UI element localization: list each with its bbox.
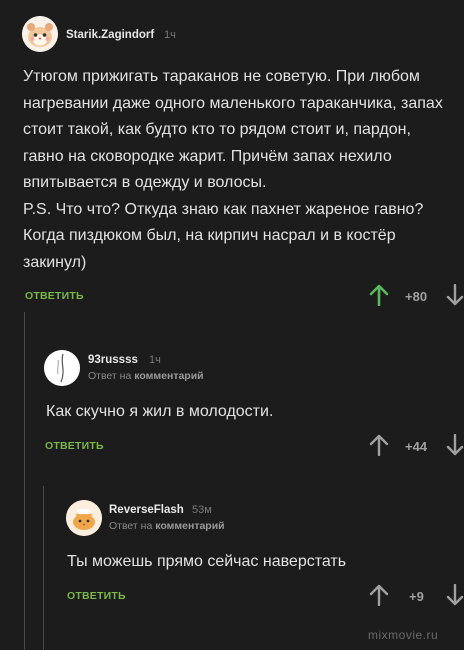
avatar-starik-zagindorf[interactable] [22,16,58,52]
downvote-button[interactable] [446,284,464,306]
reply-button[interactable]: ОТВЕТИТЬ [45,440,104,452]
comment-rating: +9 [409,589,424,604]
reply-to-info: Ответ на комментарий [88,370,204,382]
reply-to-prefix: Ответ на [88,370,132,382]
reply-to-link[interactable]: комментарий [134,370,203,382]
reply-button[interactable]: ОТВЕТИТЬ [25,290,84,302]
arrow-down-icon [446,284,464,306]
arrow-down-icon [446,434,464,456]
comment-rating: +80 [405,289,428,304]
comment-author[interactable]: 93russss [88,354,138,366]
comment-time: 53м [192,504,212,516]
comment-body: Утюгом прижигать тараканов не советую. П… [23,68,443,271]
hamster-avatar-icon [22,16,58,52]
avatar-93russss[interactable] [44,350,80,386]
upvote-button[interactable] [369,284,389,306]
reply-to-link[interactable]: комментарий [155,520,224,532]
comment-author[interactable]: Starik.Zagindorf [66,29,154,41]
watermark: mixmovie.ru [368,628,439,642]
arrow-up-icon [369,434,389,456]
arrow-up-icon [369,584,389,606]
comment-author[interactable]: ReverseFlash [109,504,184,516]
arrow-down-icon [446,584,464,606]
comment-2: 93russss 1ч Ответ на комментарий Как ску… [0,340,464,470]
comment-body: Как скучно я жил в молодости. [46,403,274,420]
comment-time: 1ч [164,29,176,41]
reply-button[interactable]: ОТВЕТИТЬ [67,590,126,602]
comment-1: Starik.Zagindorf 1ч Утюгом прижигать тар… [0,0,464,312]
downvote-button[interactable] [446,434,464,456]
sketch-avatar-icon [44,350,80,386]
comment-3: ReverseFlash 53м Ответ на комментарий Ты… [0,490,464,620]
comment-body: Ты можешь прямо сейчас наверстать [67,553,347,570]
upvote-button[interactable] [369,434,389,456]
avatar-reverseflash[interactable] [66,500,102,536]
arrow-up-icon [369,284,389,306]
comment-rating: +44 [405,439,428,454]
reply-to-prefix: Ответ на [109,520,153,532]
cat-avatar-icon [66,500,102,536]
reply-to-info: Ответ на комментарий [109,520,225,532]
upvote-button[interactable] [369,584,389,606]
comment-time: 1ч [149,354,161,366]
downvote-button[interactable] [446,584,464,606]
